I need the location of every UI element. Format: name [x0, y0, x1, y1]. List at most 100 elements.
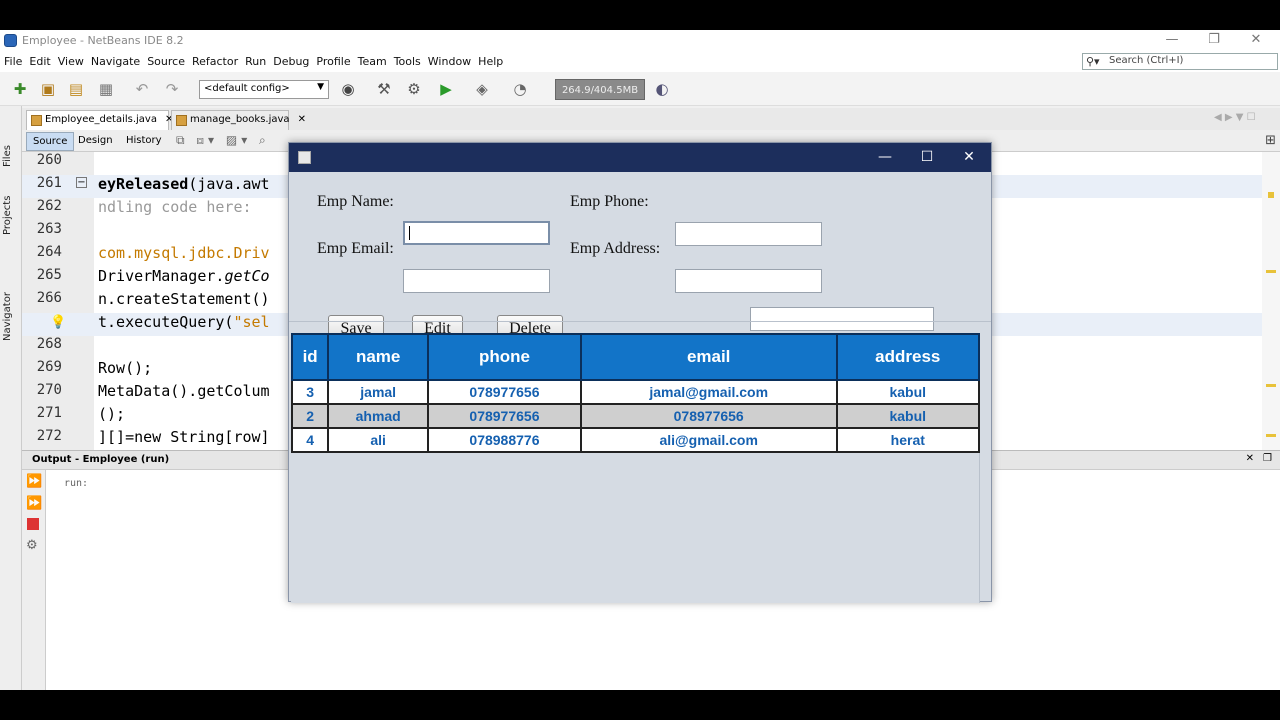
column-header-id[interactable]: id	[290, 333, 330, 381]
maximize-output-icon[interactable]: ❐	[1263, 453, 1272, 464]
table-cell[interactable]: jamal	[327, 379, 430, 405]
undo-icon[interactable]: ↶	[132, 80, 152, 98]
garbage-collect-icon[interactable]: ◐	[652, 80, 672, 98]
table-cell[interactable]: 2	[290, 403, 330, 429]
employee-form-window: — ☐ ✕ Emp Name: Emp Phone: Emp Email: Em…	[288, 142, 992, 603]
warning-marker[interactable]	[1266, 384, 1276, 387]
new-project-icon[interactable]: ▣	[38, 80, 58, 98]
side-tab-files[interactable]: Files	[2, 136, 20, 176]
memory-usage-indicator[interactable]: 264.9/404.5MB	[555, 79, 645, 100]
rerun-icon[interactable]: ⏩	[26, 474, 42, 489]
table-cell[interactable]: ali@gmail.com	[579, 427, 838, 453]
side-tab-projects[interactable]: Projects	[2, 184, 20, 246]
tab-employee-details[interactable]: Employee_details.java ✕	[26, 110, 173, 130]
rerun-with-params-icon[interactable]: ⏩	[26, 496, 42, 511]
emp-address-input[interactable]	[675, 269, 822, 293]
error-stripe	[1262, 152, 1280, 450]
close-button[interactable]: ✕	[1236, 31, 1276, 51]
search-placeholder: Search (Ctrl+I)	[1109, 55, 1184, 66]
fold-collapse-icon[interactable]: −	[76, 177, 87, 188]
warning-marker[interactable]	[1266, 434, 1276, 437]
settings-icon[interactable]: ⚙	[26, 538, 38, 553]
table-row[interactable]: 2 ahmad 078977656 078977656 kabul	[290, 403, 981, 429]
table-cell[interactable]: herat	[835, 427, 981, 453]
search-input[interactable]	[750, 307, 934, 331]
profile-project-icon[interactable]: ◔	[510, 80, 530, 98]
table-row[interactable]: 4 ali 078988776 ali@gmail.com herat	[290, 427, 981, 453]
emp-email-input[interactable]	[403, 269, 550, 293]
globe-icon[interactable]: ◉	[338, 80, 358, 98]
split-editor-icon[interactable]: ⊞	[1265, 133, 1276, 148]
stop-icon[interactable]	[27, 518, 39, 530]
hint-bulb-icon[interactable]: 💡	[50, 315, 66, 330]
tab-manage-books[interactable]: manage_books.java ✕	[171, 110, 306, 130]
new-file-icon[interactable]: ✚	[10, 80, 30, 98]
dialog-close-button[interactable]: ✕	[951, 147, 987, 167]
table-cell[interactable]: 078988776	[427, 427, 582, 453]
side-tab-navigator[interactable]: Navigator	[2, 282, 20, 352]
table-header-row: id name phone email address	[290, 333, 981, 381]
close-tab-icon[interactable]: ✕	[298, 114, 306, 125]
java-app-icon	[298, 151, 311, 164]
table-cell[interactable]: kabul	[835, 403, 981, 429]
employee-table[interactable]: id name phone email address 3 jamal 0789…	[290, 333, 981, 453]
table-cell[interactable]: ahmad	[327, 403, 430, 429]
menu-team[interactable]: Team	[354, 52, 390, 68]
table-row[interactable]: 3 jamal 078977656 jamal@gmail.com kabul	[290, 379, 981, 405]
warning-marker[interactable]	[1266, 270, 1276, 273]
ide-search-input[interactable]: ⚲▾ Search (Ctrl+I)	[1082, 53, 1278, 70]
menu-profile[interactable]: Profile	[312, 52, 353, 68]
build-hammer-icon[interactable]: ⚒	[374, 80, 394, 98]
tab-history[interactable]: History	[120, 132, 168, 151]
menu-source[interactable]: Source	[143, 52, 188, 68]
table-cell[interactable]: 078977656	[427, 403, 582, 429]
table-cell[interactable]: 078977656	[579, 403, 838, 429]
table-cell[interactable]: 3	[290, 379, 330, 405]
editor-toolbar-icons[interactable]: ⧉ ⧈▾ ▨▾ ⌕	[176, 133, 270, 148]
netbeans-ide-window: Employee - NetBeans IDE 8.2 — ❐ ✕ File Ed…	[0, 30, 1280, 690]
minimize-button[interactable]: —	[1152, 31, 1192, 51]
tab-scroll-arrows-icon[interactable]: ◀ ▶ ▼ ☐	[1214, 112, 1256, 123]
menu-help[interactable]: Help	[474, 52, 506, 68]
menu-view[interactable]: View	[54, 52, 87, 68]
menu-window[interactable]: Window	[424, 52, 474, 68]
column-header-phone[interactable]: phone	[427, 333, 582, 381]
open-project-icon[interactable]: ▤	[66, 80, 86, 98]
menu-run[interactable]: Run	[241, 52, 269, 68]
config-value: <default config>	[204, 83, 290, 94]
redo-icon[interactable]: ↷	[162, 80, 182, 98]
dialog-minimize-button[interactable]: —	[867, 147, 903, 167]
dialog-maximize-button[interactable]: ☐	[909, 147, 945, 167]
table-cell[interactable]: 4	[290, 427, 330, 453]
run-project-icon[interactable]: ▶	[436, 80, 456, 98]
debug-project-icon[interactable]: ◈	[472, 80, 492, 98]
emp-phone-label: Emp Phone:	[570, 193, 649, 210]
close-output-icon[interactable]: ✕	[1246, 453, 1254, 464]
column-header-email[interactable]: email	[579, 333, 838, 381]
editor-file-tabs: Employee_details.java ✕ manage_books.java…	[22, 108, 1280, 130]
save-all-icon[interactable]: ▦	[96, 80, 116, 98]
column-header-name[interactable]: name	[327, 333, 430, 381]
menu-debug[interactable]: Debug	[269, 52, 312, 68]
table-cell[interactable]: jamal@gmail.com	[579, 379, 838, 405]
menu-edit[interactable]: Edit	[25, 52, 53, 68]
menu-navigate[interactable]: Navigate	[87, 52, 143, 68]
emp-name-input[interactable]	[403, 221, 550, 245]
menu-tools[interactable]: Tools	[390, 52, 424, 68]
column-header-address[interactable]: address	[835, 333, 981, 381]
menu-bar: File Edit View Navigate Source Refactor Run Deb…	[0, 52, 1280, 72]
table-cell[interactable]: ali	[327, 427, 430, 453]
table-cell[interactable]: 078977656	[427, 379, 582, 405]
warning-marker[interactable]	[1268, 192, 1274, 198]
tab-design[interactable]: Design	[72, 132, 119, 151]
tab-source[interactable]: Source	[26, 132, 75, 151]
netbeans-app-icon	[4, 34, 17, 47]
table-cell[interactable]: kabul	[835, 379, 981, 405]
menu-file[interactable]: File	[0, 52, 25, 68]
menu-refactor[interactable]: Refactor	[188, 52, 241, 68]
restore-button[interactable]: ❐	[1194, 31, 1234, 51]
config-select[interactable]: <default config> ▼	[199, 80, 329, 99]
emp-phone-input[interactable]	[675, 222, 822, 246]
dialog-titlebar: — ☐ ✕	[289, 143, 991, 172]
clean-build-icon[interactable]: ⚙	[404, 80, 424, 98]
